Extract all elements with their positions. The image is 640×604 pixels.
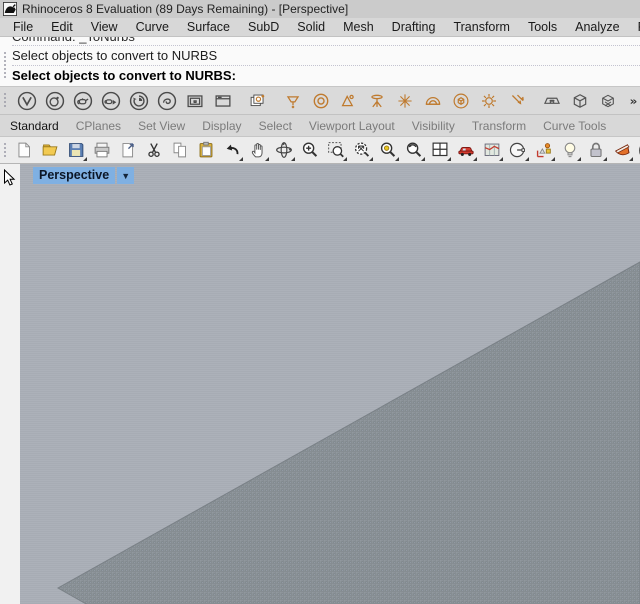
arrow-cursor-icon <box>3 169 16 193</box>
sphere-light-icon[interactable] <box>448 88 473 113</box>
print-icon[interactable] <box>90 138 114 162</box>
tab-viewport-layout[interactable]: Viewport Layout <box>309 119 395 133</box>
vray-logo-icon[interactable] <box>14 88 39 113</box>
zoom-selected-icon[interactable] <box>376 138 400 162</box>
zoom-window-icon[interactable] <box>324 138 348 162</box>
map-icon[interactable] <box>480 138 504 162</box>
cplane-icon[interactable] <box>532 138 556 162</box>
dome-light-icon[interactable] <box>420 88 445 113</box>
clock-icon[interactable] <box>506 138 530 162</box>
sun-light-icon[interactable] <box>476 88 501 113</box>
pan-hand-icon[interactable] <box>246 138 270 162</box>
vray-frame-buffer-icon[interactable] <box>182 88 207 113</box>
vray-render-icon[interactable] <box>70 88 95 113</box>
proxy-scene-icon[interactable] <box>595 88 620 113</box>
tab-display[interactable]: Display <box>202 119 241 133</box>
command-history-line: Select objects to convert to NURBS <box>12 46 640 66</box>
perspective-viewport[interactable]: Perspective ▼ <box>20 164 640 604</box>
vray-asset-editor-icon[interactable] <box>42 88 67 113</box>
menu-item-tools[interactable]: Tools <box>519 20 566 34</box>
red-car-icon[interactable] <box>454 138 478 162</box>
rhino-window: Rhinoceros 8 Evaluation (89 Days Remaini… <box>0 0 640 604</box>
omni-light-icon[interactable] <box>392 88 417 113</box>
color-wheel-icon[interactable] <box>636 138 640 162</box>
light-bulb-icon[interactable] <box>558 138 582 162</box>
command-prompt[interactable]: Select objects to convert to NURBS: <box>12 66 640 86</box>
orange-slice-icon[interactable] <box>610 138 634 162</box>
window-title: Rhinoceros 8 Evaluation (89 Days Remaini… <box>22 2 348 16</box>
tab-visibility[interactable]: Visibility <box>412 119 455 133</box>
menu-item-analyze[interactable]: Analyze <box>566 20 628 34</box>
zoom-undo-icon[interactable] <box>402 138 426 162</box>
menu-item-drafting[interactable]: Drafting <box>383 20 445 34</box>
tab-cplanes[interactable]: CPlanes <box>76 119 121 133</box>
tab-set-view[interactable]: Set View <box>138 119 185 133</box>
overflow-chevron-icon[interactable]: » <box>623 88 640 113</box>
svg-text:»: » <box>629 94 637 108</box>
cosmos-car-icon[interactable] <box>539 88 564 113</box>
vray-render-last-icon[interactable] <box>126 88 151 113</box>
vray-batch-render-icon[interactable] <box>245 88 270 113</box>
rotate-view-icon[interactable] <box>272 138 296 162</box>
export-page-icon[interactable] <box>116 138 140 162</box>
paste-icon[interactable] <box>194 138 218 162</box>
vray-interactive-render-icon[interactable] <box>98 88 123 113</box>
title-bar: Rhinoceros 8 Evaluation (89 Days Remaini… <box>0 0 640 18</box>
new-file-icon[interactable] <box>12 138 36 162</box>
infinite-light-icon[interactable] <box>504 88 529 113</box>
standard-toolbar <box>0 137 640 164</box>
menu-item-edit[interactable]: Edit <box>42 20 82 34</box>
toolbar-drag-handle[interactable] <box>3 142 7 158</box>
proxy-box-icon[interactable] <box>567 88 592 113</box>
command-area: Command: _ToNurbs Select objects to conv… <box>0 36 640 86</box>
four-viewports-icon[interactable] <box>428 138 452 162</box>
save-file-icon[interactable] <box>64 138 88 162</box>
cut-icon[interactable] <box>142 138 166 162</box>
menu-item-view[interactable]: View <box>82 20 127 34</box>
rhino-logo-icon <box>3 2 17 16</box>
copy-icon[interactable] <box>168 138 192 162</box>
tab-transform[interactable]: Transform <box>472 119 526 133</box>
menu-item-curve[interactable]: Curve <box>127 20 178 34</box>
chevron-down-icon[interactable]: ▼ <box>117 167 134 184</box>
command-history-line-clipped: Command: _ToNurbs <box>12 37 640 46</box>
tab-standard[interactable]: Standard <box>10 119 59 133</box>
menu-bar: FileEditViewCurveSurfaceSubDSolidMeshDra… <box>0 18 640 36</box>
ring-light-icon[interactable] <box>308 88 333 113</box>
zoom-in-icon[interactable] <box>298 138 322 162</box>
undo-icon[interactable] <box>220 138 244 162</box>
menu-item-render[interactable]: Render <box>629 20 640 34</box>
toolbar-drag-handle[interactable] <box>3 92 7 109</box>
zoom-extents-icon[interactable] <box>350 138 374 162</box>
tab-curve-tools[interactable]: Curve Tools <box>543 119 606 133</box>
ies-light-icon[interactable] <box>364 88 389 113</box>
menu-item-mesh[interactable]: Mesh <box>334 20 383 34</box>
menu-item-subd[interactable]: SubD <box>239 20 288 34</box>
lock-icon[interactable] <box>584 138 608 162</box>
tab-select[interactable]: Select <box>259 119 292 133</box>
command-area-drag-handle[interactable] <box>3 51 7 80</box>
mesh-surface[interactable] <box>20 164 640 604</box>
menu-item-solid[interactable]: Solid <box>288 20 334 34</box>
open-file-icon[interactable] <box>38 138 62 162</box>
menu-item-file[interactable]: File <box>4 20 42 34</box>
toolbar-tab-row: Standard CPlanes Set View Display Select View… <box>0 115 640 137</box>
viewport-dock-area: Perspective ▼ <box>0 164 640 604</box>
rect-light-icon[interactable] <box>280 88 305 113</box>
viewport-title[interactable]: Perspective <box>33 167 115 184</box>
menu-item-transform[interactable]: Transform <box>444 20 519 34</box>
menu-item-surface[interactable]: Surface <box>178 20 239 34</box>
vray-vfb-window-icon[interactable] <box>210 88 235 113</box>
vray-cloud-icon[interactable] <box>154 88 179 113</box>
spot-light-icon[interactable] <box>336 88 361 113</box>
vray-toolbar: »p <box>0 86 640 115</box>
